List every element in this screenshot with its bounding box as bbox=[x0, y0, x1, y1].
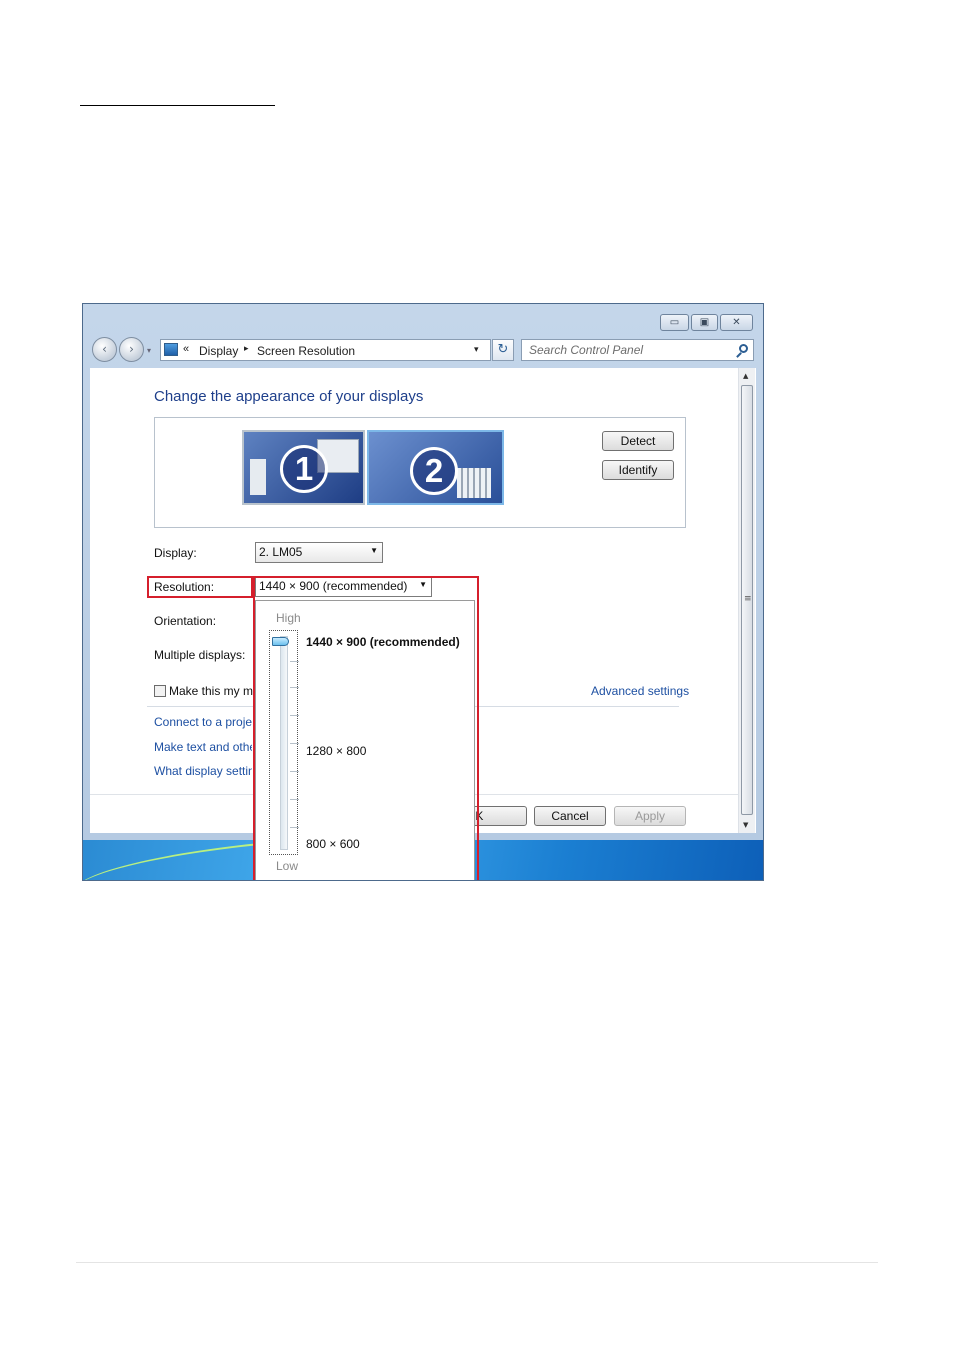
page-title: Change the appearance of your displays bbox=[154, 388, 424, 405]
scroll-down-icon[interactable]: ▼ bbox=[743, 821, 748, 829]
document-rule-bottom bbox=[76, 1262, 878, 1263]
address-bar[interactable]: « Display ▸ Screen Resolution ▾ bbox=[160, 339, 491, 361]
cancel-button[interactable]: Cancel bbox=[534, 806, 606, 826]
refresh-icon[interactable]: ↻ bbox=[492, 339, 514, 361]
breadcrumb-display[interactable]: Display bbox=[199, 344, 238, 358]
control-panel-icon bbox=[164, 343, 178, 356]
advanced-settings-link[interactable]: Advanced settings bbox=[591, 684, 689, 698]
scroll-thumb[interactable]: ≡ bbox=[741, 385, 753, 815]
identify-button[interactable]: Identify bbox=[602, 460, 674, 480]
display-select-value: 2. LM05 bbox=[259, 545, 303, 559]
close-button[interactable]: ✕ bbox=[720, 314, 753, 331]
text-size-link[interactable]: Make text and othe bbox=[154, 740, 252, 754]
scroll-grip-icon: ≡ bbox=[744, 594, 752, 604]
highlight-resolution-label bbox=[147, 576, 253, 598]
scroll-up-icon[interactable]: ▲ bbox=[743, 372, 748, 380]
maximize-button[interactable]: ▣ bbox=[691, 314, 718, 331]
display-settings-help-link[interactable]: What display settin bbox=[154, 764, 252, 778]
connect-projector-link[interactable]: Connect to a projec bbox=[154, 715, 252, 729]
monitor-2[interactable]: 2 bbox=[367, 430, 504, 505]
search-input[interactable]: Search Control Panel bbox=[521, 339, 754, 361]
main-display-checkbox[interactable] bbox=[154, 685, 166, 697]
monitor-1-number: 1 bbox=[280, 445, 328, 493]
forward-arrow-icon[interactable]: › bbox=[119, 337, 144, 362]
chevron-down-icon[interactable]: ▾ bbox=[474, 344, 479, 355]
apply-button[interactable]: Apply bbox=[614, 806, 686, 826]
monitor-2-grid-graphic bbox=[457, 468, 491, 498]
breadcrumb-separator-icon[interactable]: ▸ bbox=[244, 343, 249, 354]
main-display-checkbox-label: Make this my m bbox=[169, 684, 254, 698]
search-placeholder: Search Control Panel bbox=[529, 343, 644, 357]
monitor-1-sidebar-graphic bbox=[250, 459, 266, 495]
display-select[interactable]: 2. LM05 ▼ bbox=[255, 542, 383, 563]
orientation-label: Orientation: bbox=[154, 614, 217, 628]
back-arrow-icon[interactable]: ‹ bbox=[92, 337, 117, 362]
monitor-1[interactable]: 1 bbox=[242, 430, 365, 505]
minimize-button[interactable]: ▭ bbox=[660, 314, 689, 331]
breadcrumb-overflow-icon[interactable]: « bbox=[183, 343, 189, 355]
document-rule-top bbox=[80, 105, 275, 106]
vertical-scrollbar[interactable]: ▲ ≡ ▼ bbox=[738, 368, 755, 833]
chevron-down-icon: ▼ bbox=[370, 546, 378, 555]
search-icon[interactable] bbox=[739, 344, 748, 353]
history-dropdown-icon[interactable]: ▾ bbox=[147, 346, 151, 355]
display-label: Display: bbox=[154, 546, 197, 560]
multiple-displays-label: Multiple displays: bbox=[154, 648, 246, 662]
detect-button[interactable]: Detect bbox=[602, 431, 674, 451]
screen-resolution-window: ▭ ▣ ✕ ‹ › ▾ « Display ▸ Screen Resolutio… bbox=[82, 303, 764, 881]
highlight-resolution-dropdown bbox=[253, 576, 479, 880]
monitor-2-number: 2 bbox=[410, 447, 458, 495]
monitor-arrangement: 1 2 Detect Identify bbox=[154, 417, 686, 528]
main-display-checkbox-row[interactable]: Make this my m bbox=[154, 684, 253, 698]
breadcrumb-screen-resolution[interactable]: Screen Resolution bbox=[257, 344, 355, 358]
